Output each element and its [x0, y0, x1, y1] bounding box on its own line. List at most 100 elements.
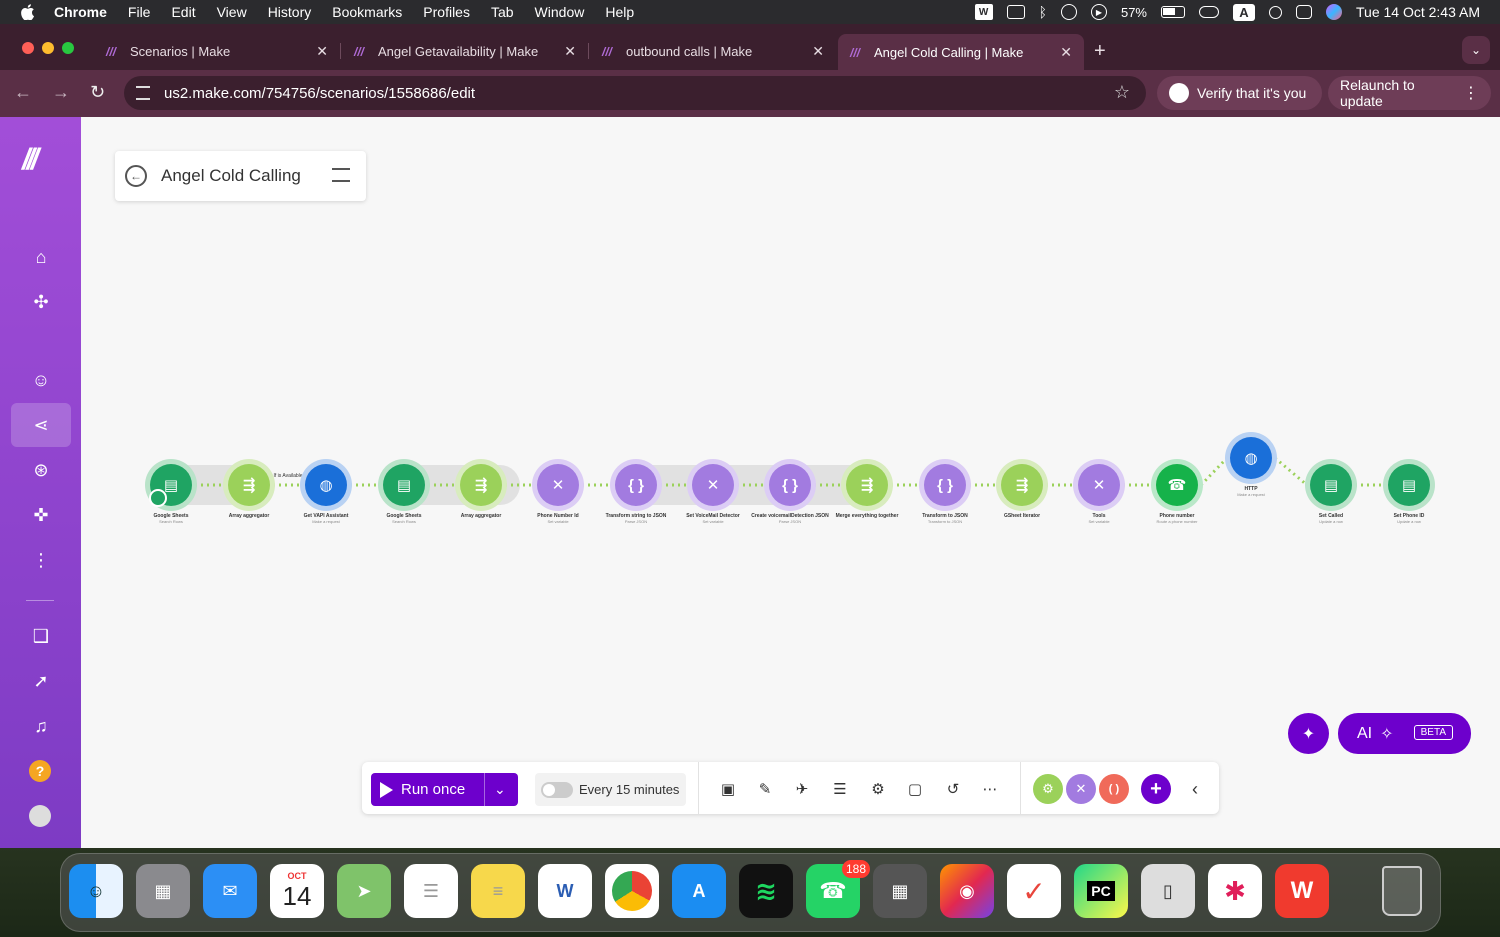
- menu-app-name[interactable]: Chrome: [54, 4, 107, 20]
- module-agg[interactable]: ⇶: [460, 464, 502, 506]
- module-sheets[interactable]: ▤: [383, 464, 425, 506]
- menubar-clock[interactable]: Tue 14 Oct 2:43 AM: [1356, 4, 1480, 20]
- module-json[interactable]: { }: [615, 464, 657, 506]
- run-once-button[interactable]: Run once ⌄: [371, 773, 518, 806]
- notes-app-icon[interactable]: ≡: [471, 864, 525, 918]
- tab-angel-cold-calling[interactable]: /// Angel Cold Calling | Make ✕: [838, 34, 1084, 70]
- menu-file[interactable]: File: [128, 4, 151, 20]
- site-info-icon[interactable]: [136, 86, 150, 100]
- module-agg[interactable]: ⇶: [228, 464, 270, 506]
- play-icon[interactable]: ▶: [1090, 4, 1107, 20]
- schedule-switch[interactable]: [541, 781, 573, 798]
- address-bar[interactable]: us2.make.com/754756/scenarios/1558686/ed…: [124, 76, 1146, 110]
- forward-arrow-icon[interactable]: →: [52, 82, 70, 103]
- accessibility-icon[interactable]: [1060, 4, 1077, 20]
- spotlight-search-icon[interactable]: [1269, 5, 1282, 19]
- bluetooth-icon[interactable]: ᛒ: [1039, 4, 1047, 20]
- menu-view[interactable]: View: [217, 4, 247, 20]
- back-arrow-icon[interactable]: ←: [14, 82, 32, 103]
- menu-bookmarks[interactable]: Bookmarks: [332, 4, 402, 20]
- menu-help[interactable]: Help: [605, 4, 634, 20]
- tab-angel-getavailability[interactable]: /// Angel Getavailability | Make ✕: [342, 34, 589, 68]
- module-tool[interactable]: ✕: [537, 464, 579, 506]
- bookmark-star-icon[interactable]: ☆: [1114, 82, 1130, 103]
- module-json[interactable]: { }: [924, 464, 966, 506]
- close-tab-icon[interactable]: ✕: [564, 43, 576, 60]
- menu-window[interactable]: Window: [535, 4, 585, 20]
- connector-line[interactable]: [1274, 456, 1308, 487]
- close-tab-icon[interactable]: ✕: [1060, 44, 1072, 61]
- tab-scenarios[interactable]: /// Scenarios | Make ✕: [94, 34, 341, 68]
- menu-history[interactable]: History: [268, 4, 312, 20]
- scenario-canvas[interactable]: If is Available ▤ Google Sheets Search Rows…: [0, 117, 1500, 848]
- chrome-app-icon[interactable]: [605, 864, 659, 918]
- calculator-app-icon[interactable]: ▦: [873, 864, 927, 918]
- slack-app-icon[interactable]: ✱: [1208, 864, 1262, 918]
- save-icon[interactable]: ▣: [718, 779, 738, 799]
- apple-menu-icon[interactable]: [20, 4, 36, 20]
- reload-icon[interactable]: ↻: [90, 82, 105, 103]
- pycharm-app-icon[interactable]: PC: [1074, 864, 1128, 918]
- module-http[interactable]: ◍: [1230, 437, 1272, 479]
- zoom-window-button[interactable]: [62, 42, 74, 54]
- wps-office-app-icon[interactable]: W: [1275, 864, 1329, 918]
- app-store-app-icon[interactable]: A: [672, 864, 726, 918]
- mail-app-icon[interactable]: ✉: [203, 864, 257, 918]
- calendar-app-icon[interactable]: OCT 14: [270, 864, 324, 918]
- auto-align-wand-icon[interactable]: ✎: [755, 779, 775, 799]
- module-json[interactable]: { }: [769, 464, 811, 506]
- iphone-mirroring-app-icon[interactable]: ▯: [1141, 864, 1195, 918]
- module-tool[interactable]: ✕: [692, 464, 734, 506]
- link-icon[interactable]: [1199, 6, 1219, 18]
- schedule-toggle[interactable]: Every 15 minutes: [535, 773, 686, 806]
- tools-module-icon[interactable]: ✕: [1066, 774, 1096, 804]
- close-tab-icon[interactable]: ✕: [316, 43, 328, 60]
- close-window-button[interactable]: [22, 42, 34, 54]
- close-tab-icon[interactable]: ✕: [812, 43, 824, 60]
- menu-profiles[interactable]: Profiles: [423, 4, 470, 20]
- scenario-settings-gear-icon[interactable]: ⚙: [868, 779, 888, 799]
- module-agg[interactable]: ⇶: [1001, 464, 1043, 506]
- new-tab-icon[interactable]: +: [1094, 40, 1106, 63]
- reminders-app-icon[interactable]: ☰: [404, 864, 458, 918]
- hint-bulb-icon[interactable]: ✦: [1288, 713, 1329, 754]
- finder-app-icon[interactable]: ☺: [69, 864, 123, 918]
- trash-app-icon[interactable]: [1375, 864, 1429, 918]
- spotify-app-icon[interactable]: ≋: [739, 864, 793, 918]
- chevron-down-icon[interactable]: ⌄: [494, 781, 506, 798]
- module-sheets[interactable]: ▤: [1310, 464, 1352, 506]
- verify-identity-button[interactable]: Verify that it's you: [1157, 76, 1322, 110]
- ai-assistant-button[interactable]: AI ✧ BETA: [1338, 713, 1471, 754]
- word-app-icon[interactable]: W: [538, 864, 592, 918]
- tools-gear-icon[interactable]: ⚙: [1033, 774, 1063, 804]
- siri-icon[interactable]: [1326, 4, 1342, 20]
- module-agg[interactable]: ⇶: [846, 464, 888, 506]
- more-horizontal-icon[interactable]: ⋯: [980, 779, 1000, 799]
- wps-status-icon[interactable]: W: [974, 4, 993, 20]
- control-center-icon[interactable]: [1296, 5, 1312, 19]
- undo-icon[interactable]: ↺: [943, 779, 963, 799]
- launchpad-app-icon[interactable]: ▦: [136, 864, 190, 918]
- tab-outbound-calls[interactable]: /// outbound calls | Make ✕: [590, 34, 836, 68]
- module-http[interactable]: ◍: [305, 464, 347, 506]
- minimize-window-button[interactable]: [42, 42, 54, 54]
- menu-edit[interactable]: Edit: [171, 4, 195, 20]
- menu-tab[interactable]: Tab: [491, 4, 514, 20]
- tab-search-chevron-icon[interactable]: ⌄: [1462, 36, 1490, 64]
- schedule-clock-icon[interactable]: [149, 489, 167, 507]
- firefox-app-icon[interactable]: ◉: [940, 864, 994, 918]
- flow-control-plane-icon[interactable]: ✈: [792, 779, 812, 799]
- input-source-indicator[interactable]: A: [1233, 3, 1255, 21]
- notes-icon[interactable]: ▢: [905, 779, 925, 799]
- connector-line[interactable]: [1199, 456, 1229, 487]
- collapse-chevron-left-icon[interactable]: ‹: [1185, 779, 1205, 799]
- module-tool[interactable]: ✕: [1078, 464, 1120, 506]
- more-vertical-icon[interactable]: ⋮: [1463, 83, 1479, 103]
- module-sheets[interactable]: ▤: [1388, 464, 1430, 506]
- battery-icon[interactable]: [1161, 6, 1185, 18]
- data-structures-icon[interactable]: ☰: [830, 779, 850, 799]
- maps-app-icon[interactable]: ➤: [337, 864, 391, 918]
- relaunch-update-button[interactable]: Relaunch to update ⋮: [1328, 76, 1491, 110]
- ticktick-app-icon[interactable]: ✓: [1007, 864, 1061, 918]
- display-icon[interactable]: [1006, 5, 1025, 19]
